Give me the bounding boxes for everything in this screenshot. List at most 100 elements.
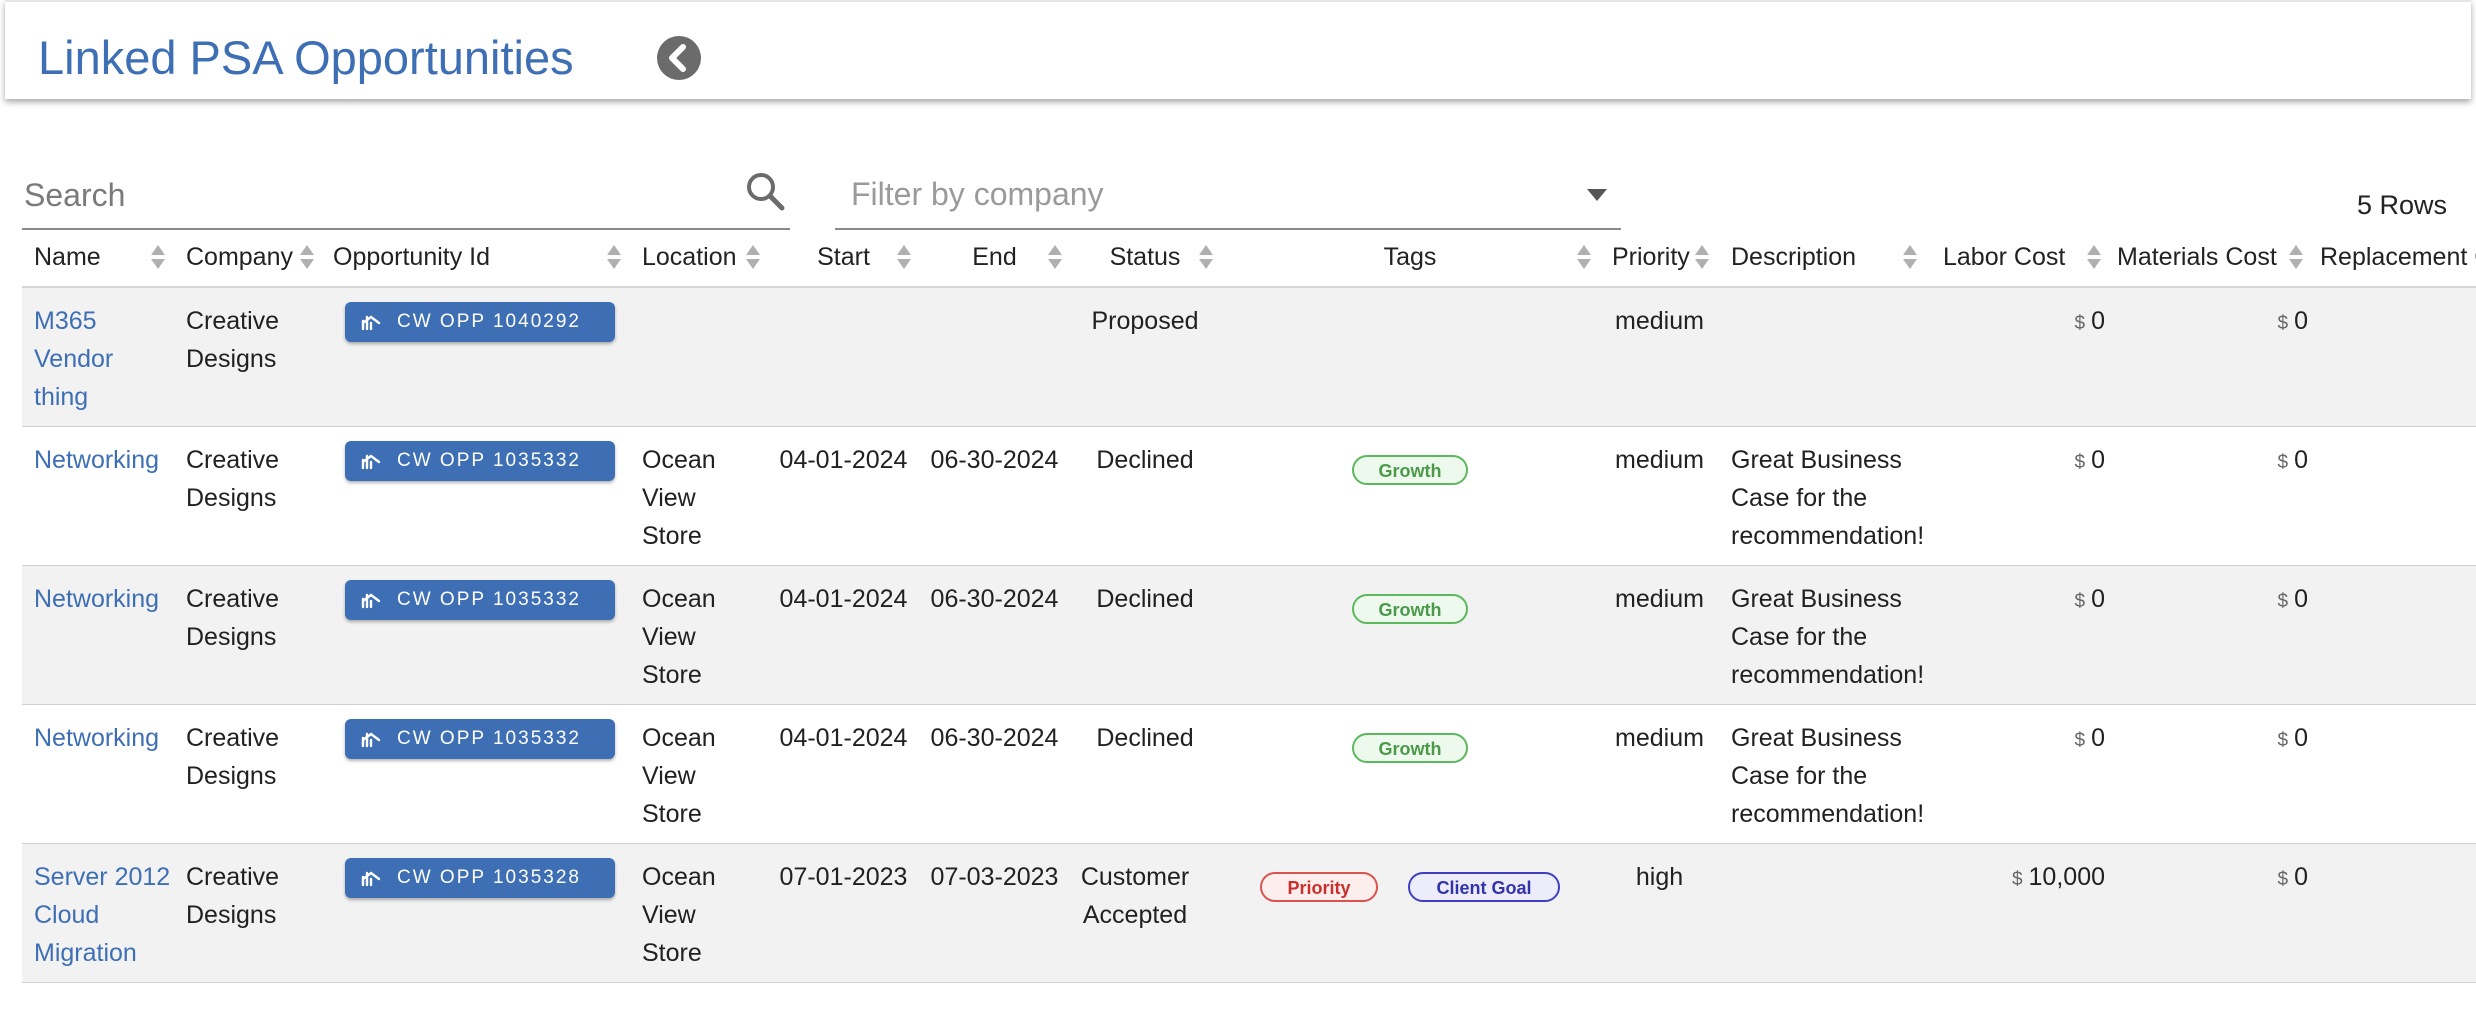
search-icon[interactable] (744, 170, 788, 219)
table-row: Networking Creative Designs CW OPP 10353… (22, 426, 2476, 566)
column-header-name[interactable]: Name (22, 228, 174, 288)
cell-description (1719, 843, 1923, 983)
cell-opportunity-id: CW OPP 1035332 (321, 704, 630, 844)
cell-labor-cost: $0 (1923, 565, 2105, 705)
opportunity-name-link[interactable]: Networking (34, 724, 159, 752)
opportunity-name-link[interactable]: Server 2012 Cloud Migration (34, 858, 174, 972)
sort-icon (299, 245, 314, 271)
column-header-materials-cost[interactable]: Materials Cost (2105, 228, 2308, 288)
cell-start: 04-01-2024 (768, 426, 919, 566)
column-header-start[interactable]: Start (768, 228, 919, 288)
cell-description (1719, 287, 1923, 427)
opportunity-name-link[interactable]: M365 Vendor thing (34, 302, 124, 416)
cell-description: Great Business Case for the recommendati… (1719, 565, 1924, 705)
sort-icon (150, 245, 165, 271)
cell-status: Declined (1070, 565, 1220, 705)
opportunity-name-link[interactable]: Networking (34, 446, 159, 474)
cell-name: Networking (22, 426, 174, 566)
cell-status: Declined (1070, 426, 1220, 566)
cell-location (630, 287, 768, 427)
cell-start (768, 287, 919, 427)
cell-location: Ocean View Store (630, 843, 768, 983)
search-field (22, 160, 790, 230)
cell-company: Creative Designs (174, 565, 321, 705)
column-header-labor-cost[interactable]: Labor Cost (1923, 228, 2105, 288)
cell-start: 04-01-2024 (768, 565, 919, 705)
cell-tags: Growth (1220, 426, 1600, 566)
cell-name: Networking (22, 565, 174, 705)
column-header-tags[interactable]: Tags (1220, 228, 1600, 288)
tag-growth[interactable]: Growth (1352, 732, 1468, 763)
cell-company: Creative Designs (174, 287, 321, 427)
tag-client-goal[interactable]: Client Goal (1408, 871, 1560, 902)
cell-opportunity-id: CW OPP 1035332 (321, 565, 630, 705)
column-header-location[interactable]: Location (630, 228, 768, 288)
table-row: M365 Vendor thing Creative Designs CW OP… (22, 287, 2476, 427)
currency-symbol: $ (2277, 313, 2289, 334)
cell-opportunity-id: CW OPP 1035332 (321, 426, 630, 566)
handshake-icon (361, 593, 381, 608)
cell-labor-cost: $0 (1923, 287, 2105, 427)
currency-symbol: $ (2277, 868, 2289, 890)
cell-end: 06-30-2024 (919, 704, 1070, 844)
opportunity-chip-label: CW OPP 1035328 (397, 866, 581, 888)
opportunity-chip-label: CW OPP 1040292 (397, 311, 581, 332)
cell-location: Ocean View Store (630, 426, 768, 566)
sort-icon (606, 245, 621, 271)
column-header-priority[interactable]: Priority (1600, 228, 1719, 288)
cell-priority: medium (1600, 426, 1719, 566)
cell-name: M365 Vendor thing (22, 287, 174, 427)
company-filter-select[interactable]: Filter by company (835, 160, 1621, 230)
cell-priority: high (1600, 843, 1719, 983)
column-header-end[interactable]: End (919, 228, 1070, 288)
opportunities-table: Name Company Opportunity Id Location Sta… (22, 228, 2476, 983)
chevron-left-icon (669, 44, 686, 72)
sort-icon (1694, 245, 1709, 271)
search-input[interactable] (22, 172, 726, 218)
column-header-opportunity-id[interactable]: Opportunity Id (321, 228, 630, 288)
cell-start: 07-01-2023 (768, 843, 919, 983)
sort-icon (1047, 245, 1062, 271)
column-header-status[interactable]: Status (1070, 228, 1220, 288)
cell-labor-cost: $0 (1923, 704, 2105, 844)
table-row: Networking Creative Designs CW OPP 10353… (22, 704, 2476, 844)
cell-location: Ocean View Store (630, 704, 768, 844)
handshake-icon (361, 871, 381, 886)
cell-company: Creative Designs (174, 843, 321, 983)
opportunity-chip[interactable]: CW OPP 1035332 (345, 440, 615, 481)
currency-symbol: $ (2277, 729, 2289, 751)
cell-labor-cost: $0 (1923, 426, 2105, 566)
cell-description: Great Business Case for the recommendati… (1719, 426, 1924, 566)
cell-materials-cost: $0 (2105, 565, 2308, 705)
table-row: Networking Creative Designs CW OPP 10353… (22, 565, 2476, 705)
cell-status: Declined (1070, 704, 1220, 844)
cell-tags: Priority Client Goal (1220, 843, 1600, 983)
column-header-description[interactable]: Description (1719, 228, 1923, 288)
sort-icon (2288, 245, 2303, 271)
opportunity-chip-label: CW OPP 1035332 (397, 449, 581, 471)
opportunity-name-link[interactable]: Networking (34, 585, 159, 613)
cell-name: Server 2012 Cloud Migration (22, 843, 174, 983)
cell-labor-cost: $10,000 (1923, 843, 2105, 983)
tag-growth[interactable]: Growth (1352, 593, 1468, 624)
cell-end: 06-30-2024 (919, 565, 1070, 705)
column-header-company[interactable]: Company (174, 228, 321, 288)
opportunity-chip[interactable]: CW OPP 1035328 (345, 857, 615, 898)
opportunity-chip[interactable]: CW OPP 1035332 (345, 718, 615, 759)
tag-growth[interactable]: Growth (1352, 454, 1468, 485)
column-header-replacement-cost[interactable]: Replacement Co (2308, 228, 2476, 288)
sort-icon (2086, 245, 2101, 271)
tag-priority[interactable]: Priority (1260, 871, 1378, 902)
cell-start: 04-01-2024 (768, 704, 919, 844)
sort-icon (1576, 245, 1591, 271)
cell-end (919, 287, 1070, 427)
cell-opportunity-id: CW OPP 1035328 (321, 843, 630, 983)
opportunity-chip[interactable]: CW OPP 1035332 (345, 579, 615, 620)
opportunity-chip[interactable]: CW OPP 1040292 (345, 302, 615, 342)
back-button[interactable] (657, 36, 701, 80)
cell-status: Customer Accepted (1070, 843, 1220, 983)
handshake-icon (361, 454, 381, 469)
currency-symbol: $ (2074, 451, 2086, 473)
sort-icon (896, 245, 911, 271)
currency-symbol: $ (2277, 451, 2289, 473)
